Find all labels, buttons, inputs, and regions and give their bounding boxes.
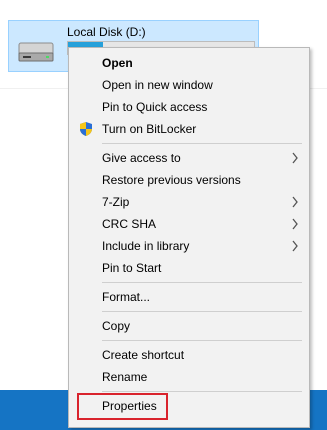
menu-item-crc-sha[interactable]: CRC SHA [69, 213, 309, 235]
menu-item-open[interactable]: Open [69, 52, 309, 74]
menu-separator [102, 282, 302, 283]
menu-item-label: Open in new window [102, 78, 213, 92]
context-menu: Open Open in new window Pin to Quick acces… [68, 47, 310, 428]
menu-item-rename[interactable]: Rename [69, 366, 309, 388]
menu-item-label: Rename [102, 370, 148, 384]
menu-item-format[interactable]: Format... [69, 286, 309, 308]
menu-item-properties[interactable]: Properties [69, 395, 309, 417]
menu-item-turn-on-bitlocker[interactable]: Turn on BitLocker [69, 118, 309, 140]
menu-separator [102, 311, 302, 312]
menu-separator [102, 143, 302, 144]
menu-item-label: Give access to [102, 151, 181, 165]
menu-item-open-in-new-window[interactable]: Open in new window [69, 74, 309, 96]
menu-item-restore-previous-versions[interactable]: Restore previous versions [69, 169, 309, 191]
menu-item-copy[interactable]: Copy [69, 315, 309, 337]
menu-item-label: Include in library [102, 239, 190, 253]
menu-item-pin-to-start[interactable]: Pin to Start [69, 257, 309, 279]
menu-item-label: Create shortcut [102, 348, 185, 362]
drive-name-label: Local Disk (D:) [67, 25, 146, 39]
menu-item-label: Turn on BitLocker [102, 122, 197, 136]
uac-shield-icon [80, 122, 92, 136]
menu-item-create-shortcut[interactable]: Create shortcut [69, 344, 309, 366]
menu-item-label: Pin to Quick access [102, 100, 208, 114]
menu-item-label: 7-Zip [102, 195, 130, 209]
menu-item-label: CRC SHA [102, 217, 157, 231]
menu-item-include-in-library[interactable]: Include in library [69, 235, 309, 257]
hard-drive-icon [18, 42, 54, 62]
menu-item-label: Properties [102, 399, 157, 413]
chevron-right-icon [292, 152, 298, 164]
chevron-right-icon [292, 218, 298, 230]
menu-separator [102, 340, 302, 341]
menu-item-label: Open [102, 56, 133, 70]
menu-separator [102, 391, 302, 392]
menu-item-7-zip[interactable]: 7-Zip [69, 191, 309, 213]
menu-item-pin-to-quick-access[interactable]: Pin to Quick access [69, 96, 309, 118]
chevron-right-icon [292, 240, 298, 252]
chevron-right-icon [292, 196, 298, 208]
menu-item-label: Format... [102, 290, 151, 304]
menu-item-label: Pin to Start [102, 261, 162, 275]
menu-item-label: Restore previous versions [102, 173, 241, 187]
menu-item-label: Copy [102, 319, 131, 333]
menu-item-give-access-to[interactable]: Give access to [69, 147, 309, 169]
